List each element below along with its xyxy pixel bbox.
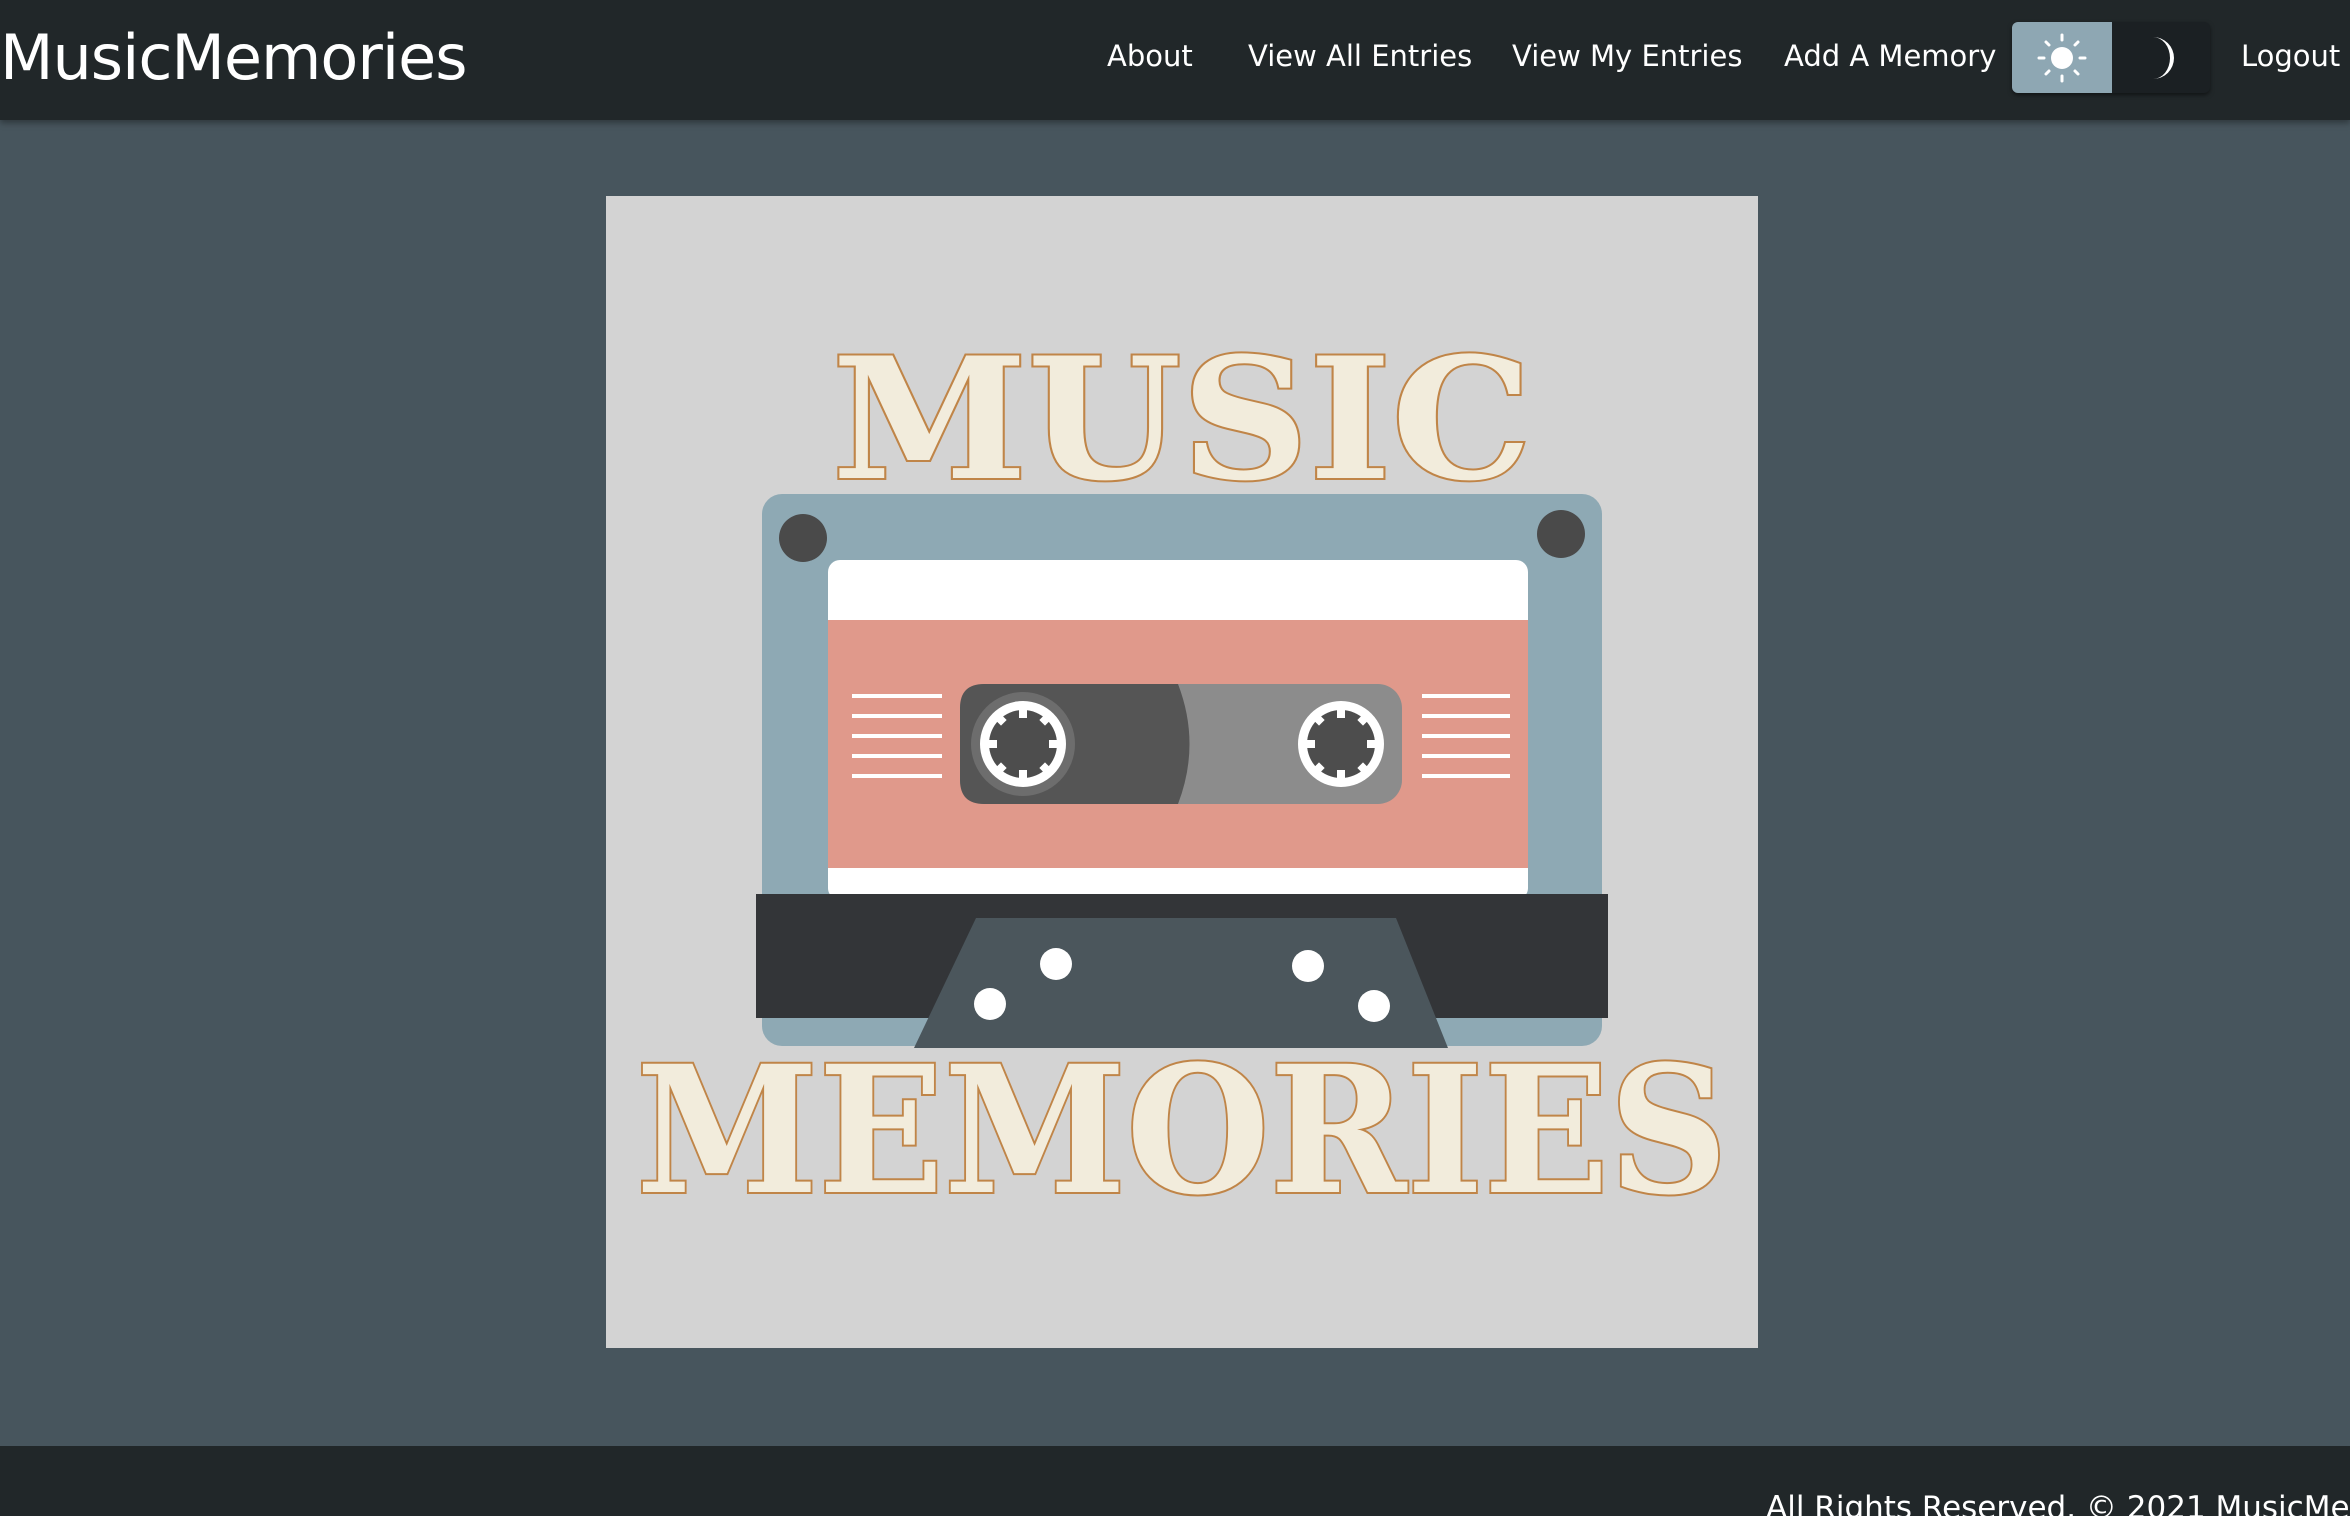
footer-copyright: All Rights Reserved. © 2021 MusicMemorie… (1766, 1490, 2350, 1516)
logo-word-music: MUSIC (832, 320, 1532, 518)
nav-link-view-all-entries[interactable]: View All Entries (1248, 36, 1472, 76)
sun-icon (2037, 33, 2087, 82)
tape-reel-right (1289, 692, 1393, 796)
music-memories-logo: MUSIC MEMORIES (606, 196, 1758, 1348)
tape-reel-left (971, 692, 1075, 796)
cassette-tape-illustration: MUSIC MEMORIES (634, 318, 1730, 1236)
nav-link-add-a-memory[interactable]: Add A Memory (1784, 36, 1996, 76)
dark-mode-button[interactable] (2112, 22, 2210, 93)
top-navbar: MusicMemories About View All Entries Vie… (0, 0, 2350, 120)
nav-link-about[interactable]: About (1107, 36, 1193, 76)
light-mode-button[interactable] (2012, 22, 2112, 93)
page-footer: All Rights Reserved. © 2021 MusicMemorie… (0, 1446, 2350, 1516)
brand-logo-link[interactable]: MusicMemories (0, 22, 468, 94)
nav-link-view-my-entries[interactable]: View My Entries (1512, 36, 1742, 76)
moon-icon (2153, 36, 2174, 79)
logout-link[interactable]: Logout (2241, 36, 2340, 76)
cassette-screw-right (1537, 510, 1585, 558)
logo-word-memories: MEMORIES (636, 1027, 1728, 1234)
cassette-screw-left (779, 514, 827, 562)
theme-toggle (2012, 22, 2210, 93)
